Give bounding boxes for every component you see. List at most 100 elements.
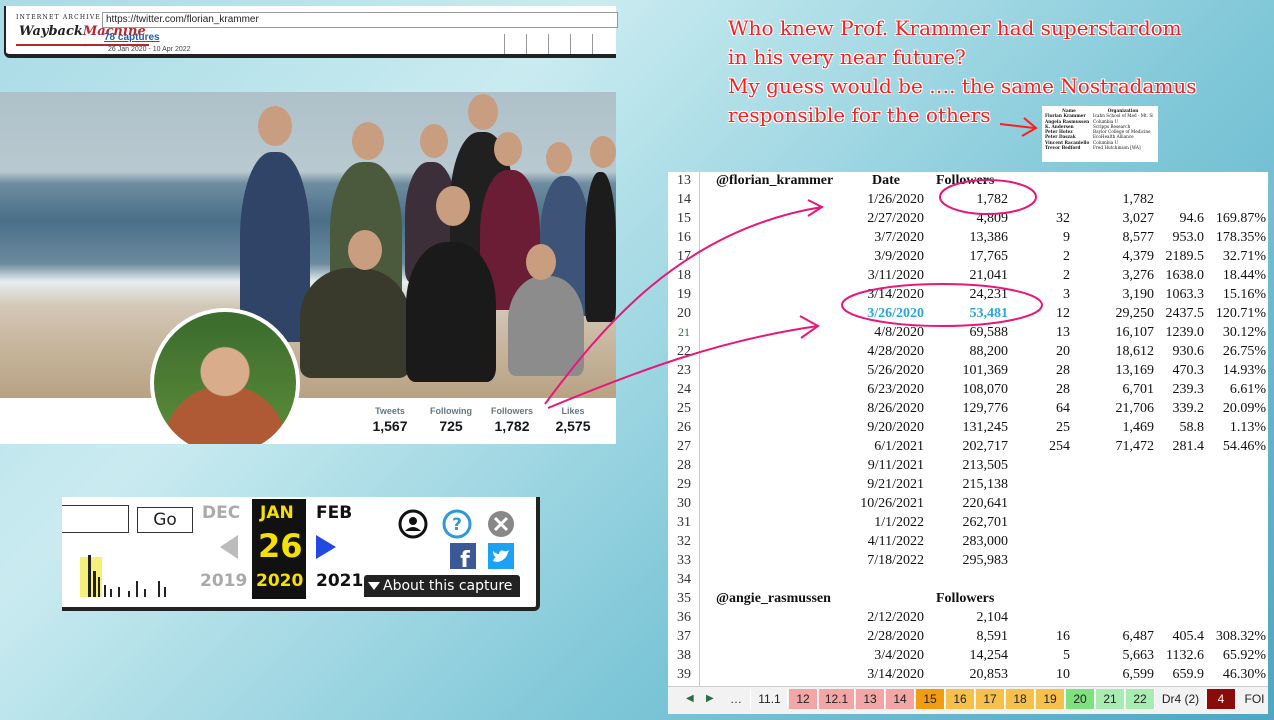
percent-cell[interactable]: 20.09% bbox=[1223, 401, 1266, 417]
percent-cell[interactable]: 46.30% bbox=[1223, 667, 1266, 683]
gain-cell[interactable]: 5,663 bbox=[1123, 648, 1155, 664]
close-icon[interactable] bbox=[486, 509, 516, 539]
per-day-cell[interactable]: 1638.0 bbox=[1166, 268, 1205, 284]
per-day-cell[interactable]: 58.8 bbox=[1180, 420, 1205, 436]
percent-cell[interactable]: 6.61% bbox=[1230, 382, 1266, 398]
row-number[interactable]: 19 bbox=[670, 287, 698, 303]
followers-cell[interactable]: 295,983 bbox=[963, 553, 1009, 569]
date-cell[interactable]: 1/26/2020 bbox=[867, 192, 924, 208]
followers-cell[interactable]: 13,386 bbox=[970, 230, 1009, 246]
date-cell[interactable]: 3/4/2020 bbox=[874, 648, 924, 664]
followers-cell[interactable]: 101,369 bbox=[963, 363, 1009, 379]
row-number[interactable]: 30 bbox=[670, 496, 698, 512]
percent-cell[interactable]: 169.87% bbox=[1216, 211, 1266, 227]
days-cell[interactable]: 5 bbox=[1063, 648, 1070, 664]
per-day-cell[interactable]: 94.6 bbox=[1180, 211, 1205, 227]
followers-cell[interactable]: 2,104 bbox=[977, 610, 1009, 626]
following-stat[interactable]: Following 725 bbox=[421, 406, 481, 434]
days-cell[interactable]: 12 bbox=[1056, 306, 1070, 322]
days-cell[interactable]: 32 bbox=[1056, 211, 1070, 227]
sheet-tab[interactable]: Dr4 (2) bbox=[1156, 689, 1206, 709]
gain-cell[interactable]: 1,469 bbox=[1123, 420, 1155, 436]
prev-year-label[interactable]: 2019 bbox=[200, 571, 247, 591]
followers-cell[interactable]: 129,776 bbox=[963, 401, 1009, 417]
days-cell[interactable]: 13 bbox=[1056, 325, 1070, 341]
followers-cell[interactable]: 24,231 bbox=[970, 287, 1009, 303]
date-cell[interactable]: 2/28/2020 bbox=[867, 629, 924, 645]
followers-cell[interactable]: 283,000 bbox=[963, 534, 1009, 550]
row-number[interactable]: 34 bbox=[670, 572, 698, 588]
facebook-icon[interactable]: f bbox=[450, 543, 476, 569]
percent-cell[interactable]: 26.75% bbox=[1223, 344, 1266, 360]
followers-cell[interactable]: 213,505 bbox=[963, 458, 1009, 474]
gain-cell[interactable]: 6,487 bbox=[1123, 629, 1155, 645]
header-cell[interactable]: Followers bbox=[936, 591, 994, 607]
row-number[interactable]: 20 bbox=[670, 306, 698, 322]
followers-cell[interactable]: 69,588 bbox=[970, 325, 1009, 341]
followers-cell[interactable]: 88,200 bbox=[970, 344, 1009, 360]
sheet-tab[interactable]: 21 bbox=[1096, 689, 1125, 709]
per-day-cell[interactable]: 1132.6 bbox=[1166, 648, 1204, 664]
days-cell[interactable]: 2 bbox=[1063, 249, 1070, 265]
sheet-tab[interactable]: … bbox=[722, 689, 751, 709]
date-cell[interactable]: 7/18/2022 bbox=[867, 553, 924, 569]
next-month-label[interactable]: FEB bbox=[316, 503, 352, 523]
date-cell[interactable]: 6/1/2021 bbox=[874, 439, 924, 455]
label-cell[interactable]: @angie_rasmussen bbox=[716, 591, 831, 607]
row-number[interactable]: 21 bbox=[670, 325, 698, 340]
gain-cell[interactable]: 6,599 bbox=[1123, 667, 1155, 683]
date-cell[interactable]: 4/8/2020 bbox=[874, 325, 924, 341]
date-cell[interactable]: 4/28/2020 bbox=[867, 344, 924, 360]
date-cell[interactable]: 2/12/2020 bbox=[867, 610, 924, 626]
followers-cell[interactable]: 262,701 bbox=[963, 515, 1009, 531]
gain-cell[interactable]: 16,107 bbox=[1116, 325, 1155, 341]
followers-cell[interactable]: 1,782 bbox=[977, 192, 1009, 208]
gain-cell[interactable]: 71,472 bbox=[1116, 439, 1155, 455]
gain-cell[interactable]: 3,190 bbox=[1123, 287, 1155, 303]
label-cell[interactable]: @florian_krammer bbox=[716, 173, 833, 189]
prev-arrow-icon[interactable] bbox=[218, 533, 240, 561]
row-number[interactable]: 18 bbox=[670, 268, 698, 284]
row-number[interactable]: 24 bbox=[670, 382, 698, 398]
prev-month-label[interactable]: DEC bbox=[202, 503, 240, 523]
row-number[interactable]: 15 bbox=[670, 211, 698, 227]
row-number[interactable]: 25 bbox=[670, 401, 698, 417]
per-day-cell[interactable]: 281.4 bbox=[1173, 439, 1205, 455]
sheet-tab[interactable]: 18 bbox=[1006, 689, 1035, 709]
sheet-tab[interactable]: 22 bbox=[1126, 689, 1155, 709]
followers-cell[interactable]: 14,254 bbox=[970, 648, 1009, 664]
date-cell[interactable]: 3/9/2020 bbox=[874, 249, 924, 265]
percent-cell[interactable]: 15.16% bbox=[1223, 287, 1266, 303]
days-cell[interactable]: 254 bbox=[1049, 439, 1070, 455]
gain-cell[interactable]: 4,379 bbox=[1123, 249, 1155, 265]
row-number[interactable]: 31 bbox=[670, 515, 698, 531]
date-cell[interactable]: 6/23/2020 bbox=[867, 382, 924, 398]
date-cell[interactable]: 10/26/2021 bbox=[860, 496, 924, 512]
wayback-url-input[interactable]: https://twitter.com/florian_krammer bbox=[102, 12, 618, 28]
gain-cell[interactable]: 21,706 bbox=[1116, 401, 1155, 417]
sheet-tab[interactable]: 19 bbox=[1036, 689, 1065, 709]
date-cell[interactable]: 4/11/2022 bbox=[868, 534, 924, 550]
row-number[interactable]: 35 bbox=[670, 591, 698, 607]
row-number[interactable]: 16 bbox=[670, 230, 698, 246]
percent-cell[interactable]: 120.71% bbox=[1216, 306, 1266, 322]
sheet-tab[interactable]: 20 bbox=[1066, 689, 1095, 709]
gain-cell[interactable]: 18,612 bbox=[1116, 344, 1155, 360]
row-number[interactable]: 14 bbox=[670, 192, 698, 208]
row-number[interactable]: 13 bbox=[670, 173, 698, 189]
percent-cell[interactable]: 1.13% bbox=[1230, 420, 1266, 436]
per-day-cell[interactable]: 2189.5 bbox=[1166, 249, 1205, 265]
per-day-cell[interactable]: 1063.3 bbox=[1166, 287, 1205, 303]
gain-cell[interactable]: 6,701 bbox=[1123, 382, 1155, 398]
per-day-cell[interactable]: 659.9 bbox=[1173, 667, 1205, 683]
per-day-cell[interactable]: 2437.5 bbox=[1166, 306, 1205, 322]
sheet-tab[interactable]: 15 bbox=[916, 689, 945, 709]
sheet-tab[interactable]: 14 bbox=[886, 689, 915, 709]
row-number[interactable]: 39 bbox=[670, 667, 698, 683]
captures-link[interactable]: 78 captures bbox=[104, 32, 160, 43]
row-number[interactable]: 37 bbox=[670, 629, 698, 645]
followers-cell[interactable]: 131,245 bbox=[963, 420, 1009, 436]
gain-cell[interactable]: 3,276 bbox=[1123, 268, 1155, 284]
followers-cell[interactable]: 220,641 bbox=[963, 496, 1009, 512]
row-number[interactable]: 27 bbox=[670, 439, 698, 455]
